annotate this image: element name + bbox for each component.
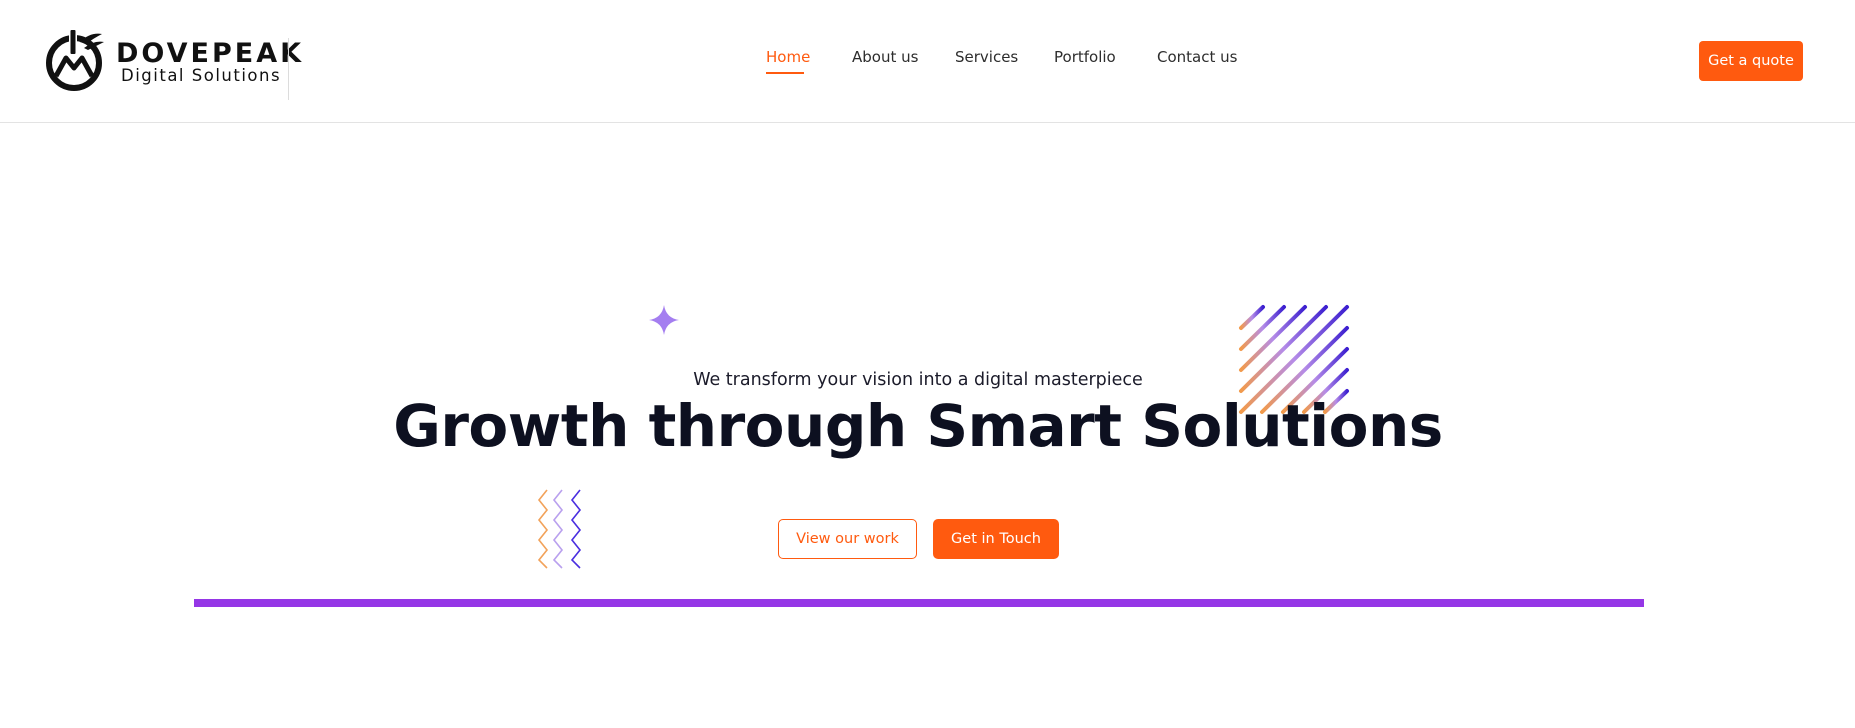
nav-services[interactable]: Services bbox=[955, 48, 1018, 66]
main-nav: Home About us Services Portfolio Contact… bbox=[0, 48, 1855, 76]
page: DOVEPEAK Digital Solutions Home About us… bbox=[0, 0, 1855, 728]
nav-contact-us[interactable]: Contact us bbox=[1157, 48, 1237, 66]
hero-title: Growth through Smart Solutions bbox=[393, 392, 1443, 460]
zigzag-lines-icon bbox=[537, 489, 582, 569]
get-a-quote-button[interactable]: Get a quote bbox=[1699, 41, 1803, 81]
nav-about-us[interactable]: About us bbox=[852, 48, 918, 66]
nav-portfolio[interactable]: Portfolio bbox=[1054, 48, 1116, 66]
site-header: DOVEPEAK Digital Solutions Home About us… bbox=[0, 0, 1855, 123]
get-in-touch-button[interactable]: Get in Touch bbox=[933, 519, 1059, 559]
sparkle-star-icon bbox=[624, 281, 704, 361]
hero-subtitle: We transform your vision into a digital … bbox=[693, 370, 1143, 390]
view-our-work-button[interactable]: View our work bbox=[778, 519, 917, 559]
hero-divider-bar bbox=[194, 599, 1644, 607]
nav-active-indicator bbox=[766, 72, 804, 74]
nav-home[interactable]: Home bbox=[766, 48, 810, 66]
